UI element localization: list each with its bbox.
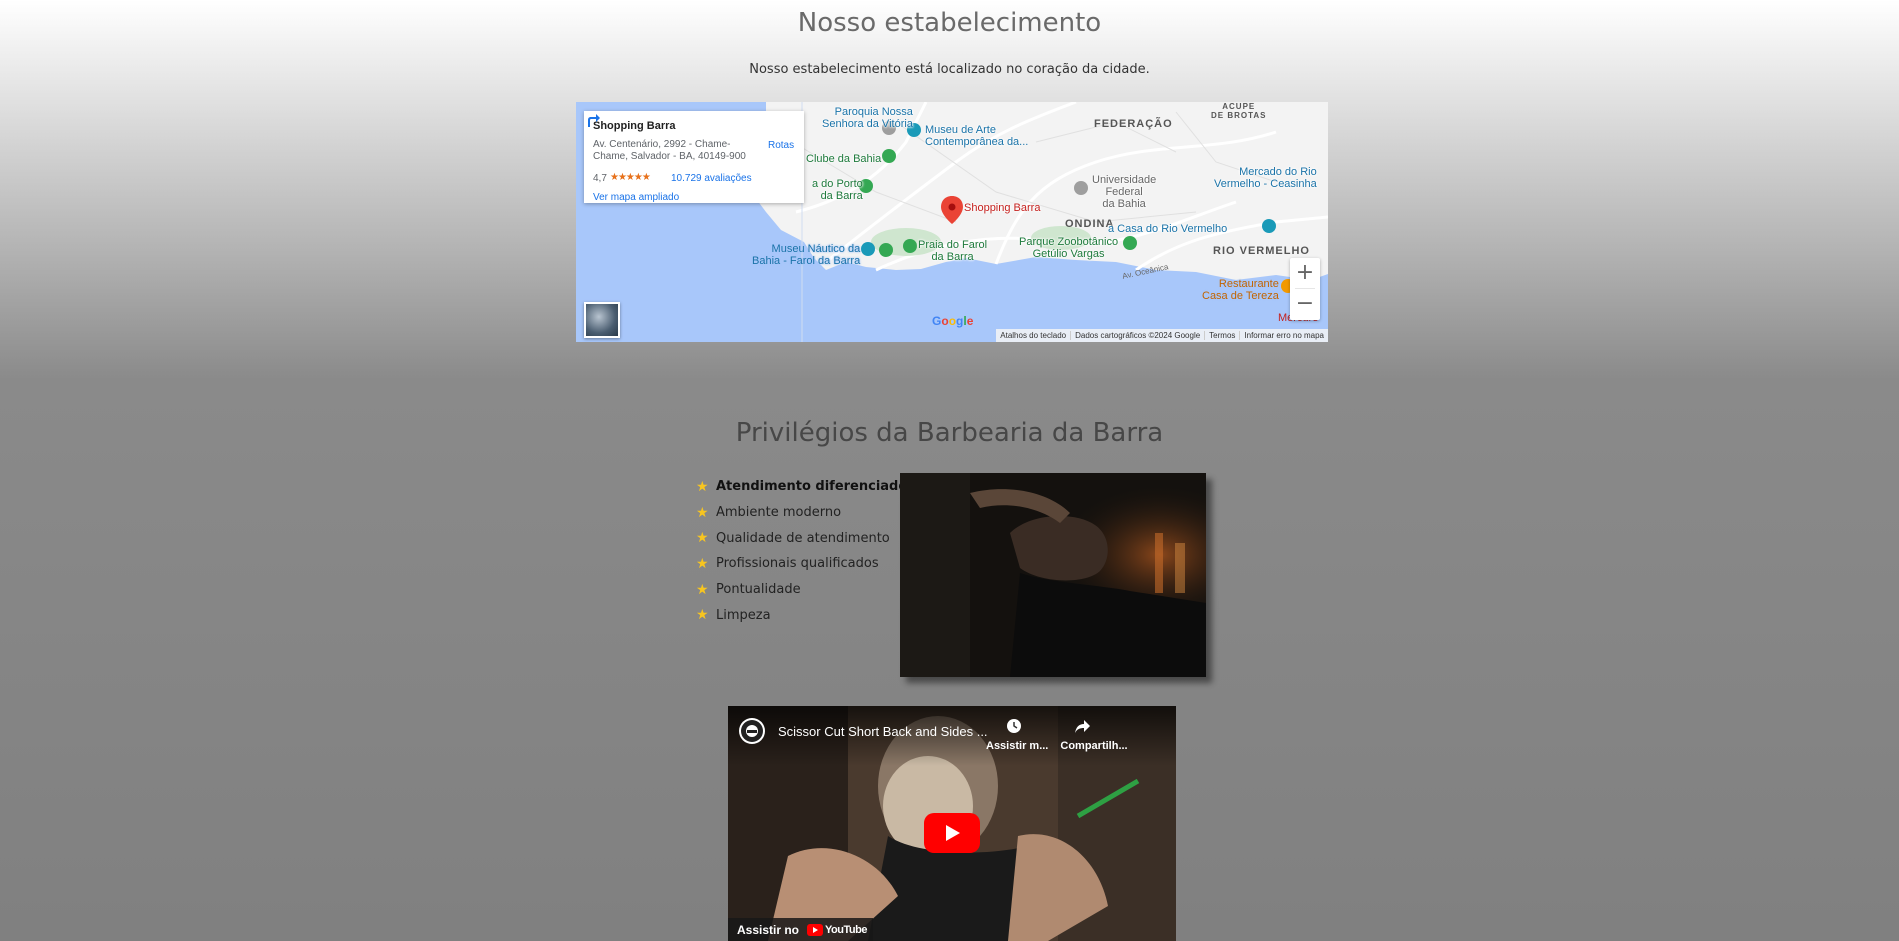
map-label-praia: Praia do Farol da Barra xyxy=(918,239,988,263)
view-larger-map-link[interactable]: Ver mapa ampliado xyxy=(593,192,679,203)
map-label-museu-arte: Museu de Arte Contemporânea da... xyxy=(925,124,1029,148)
youtube-wordmark: YouTube xyxy=(825,923,867,936)
rating-stars-icon: ★★★★★ xyxy=(610,172,651,183)
satellite-toggle-button[interactable] xyxy=(584,302,620,338)
feature-label: Profissionais qualificados xyxy=(716,556,879,572)
youtube-video-embed[interactable]: Scissor Cut Short Back and Sides ... Ass… xyxy=(728,706,1176,941)
list-item: ★ Limpeza xyxy=(696,602,907,628)
place-card: Shopping Barra Av. Centenário, 2992 - Ch… xyxy=(584,111,804,203)
map-label-casa-rio: a Casa do Rio Vermelho xyxy=(1108,223,1228,235)
zoom-in-button[interactable]: + xyxy=(1290,258,1320,288)
place-rating: 4,7 xyxy=(593,173,607,184)
directions-link[interactable]: Rotas xyxy=(768,140,794,151)
barber-shaving-image xyxy=(900,473,1206,677)
report-error-link[interactable]: Informar erro no mapa xyxy=(1239,331,1328,340)
location-subtitle: Nosso estabelecimento está localizado no… xyxy=(749,62,1150,77)
zoom-control: + − xyxy=(1290,258,1320,320)
star-icon: ★ xyxy=(696,504,709,521)
map-label-shopping: Shopping Barra xyxy=(964,202,1041,214)
map-label-mercado: Mercado do Rio Vermelho - Ceasinha xyxy=(1214,166,1317,190)
watch-on-label: Assistir no xyxy=(737,922,800,937)
place-name: Shopping Barra xyxy=(593,120,676,132)
map-label-acupe: ACUPE DE BROTAS xyxy=(1211,102,1267,120)
channel-avatar[interactable] xyxy=(739,718,765,744)
share-icon[interactable] xyxy=(1074,717,1092,735)
feature-label: Ambiente moderno xyxy=(716,505,842,521)
list-item: ★ Ambiente moderno xyxy=(696,500,907,526)
play-button-icon[interactable] xyxy=(924,813,980,853)
star-icon: ★ xyxy=(696,607,709,624)
watch-later-button[interactable]: Assistir m... xyxy=(986,740,1048,752)
google-map[interactable]: Paroquia Nossa Senhora da Vitória Museu … xyxy=(576,102,1328,342)
map-label-rio-vermelho: RIO VERMELHO xyxy=(1213,245,1310,257)
keyboard-shortcuts-link[interactable]: Atalhos do teclado xyxy=(996,331,1070,340)
map-label-federacao: FEDERAÇÃO xyxy=(1094,118,1173,130)
star-icon: ★ xyxy=(696,581,709,598)
map-attribution: Atalhos do teclado Dados cartográficos ©… xyxy=(996,329,1328,342)
map-label-ondina: ONDINA xyxy=(1065,218,1115,230)
place-address: Av. Centenário, 2992 - Chame-Chame, Salv… xyxy=(593,139,746,162)
location-title: Nosso estabelecimento xyxy=(797,8,1102,38)
feature-label: Qualidade de atendimento xyxy=(716,530,890,546)
privileges-title: Privilégios da Barbearia da Barra xyxy=(735,418,1164,448)
list-item: ★ Atendimento diferenciado xyxy=(696,474,907,500)
star-icon: ★ xyxy=(696,478,709,495)
feature-label: Atendimento diferenciado xyxy=(716,479,908,495)
feature-label: Limpeza xyxy=(716,607,771,623)
youtube-logo-icon xyxy=(807,923,824,936)
map-label-restaurante: Restaurante Casa de Tereza xyxy=(1202,278,1279,302)
list-item: ★ Profissionais qualificados xyxy=(696,551,907,577)
map-label-parque: Parque Zoobotânico Getúlio Vargas xyxy=(1019,236,1119,260)
map-label-porto: a do Porto da Barra xyxy=(812,178,863,202)
map-label-universidade: Universidade Federal da Bahia xyxy=(1092,174,1157,210)
list-item: ★ Pontualidade xyxy=(696,577,907,603)
star-icon: ★ xyxy=(696,530,709,547)
map-label-paroquia: Paroquia Nossa Senhora da Vitória xyxy=(822,106,913,130)
share-button[interactable]: Compartilh... xyxy=(1060,740,1127,752)
features-list: ★ Atendimento diferenciado ★ Ambiente mode… xyxy=(696,474,907,628)
reviews-link[interactable]: 10.729 avaliações xyxy=(671,173,752,184)
terms-link[interactable]: Termos xyxy=(1204,331,1239,340)
directions-icon[interactable] xyxy=(584,111,602,129)
map-label-clube: Clube da Bahia xyxy=(806,153,882,165)
video-title[interactable]: Scissor Cut Short Back and Sides ... xyxy=(778,724,988,739)
map-label-museu-nautico: Museu Náutico da Bahia - Farol da Barra xyxy=(752,243,861,267)
watch-on-youtube-button[interactable]: Assistir no YouTube xyxy=(728,918,873,941)
list-item: ★ Qualidade de atendimento xyxy=(696,525,907,551)
feature-label: Pontualidade xyxy=(716,582,801,598)
clock-icon[interactable] xyxy=(1006,718,1022,734)
zoom-out-button[interactable]: − xyxy=(1290,289,1320,319)
star-icon: ★ xyxy=(696,555,709,572)
map-data-credit: Dados cartográficos ©2024 Google xyxy=(1070,331,1204,340)
google-logo: Google xyxy=(932,314,974,328)
barbershop-photo xyxy=(900,473,1206,677)
